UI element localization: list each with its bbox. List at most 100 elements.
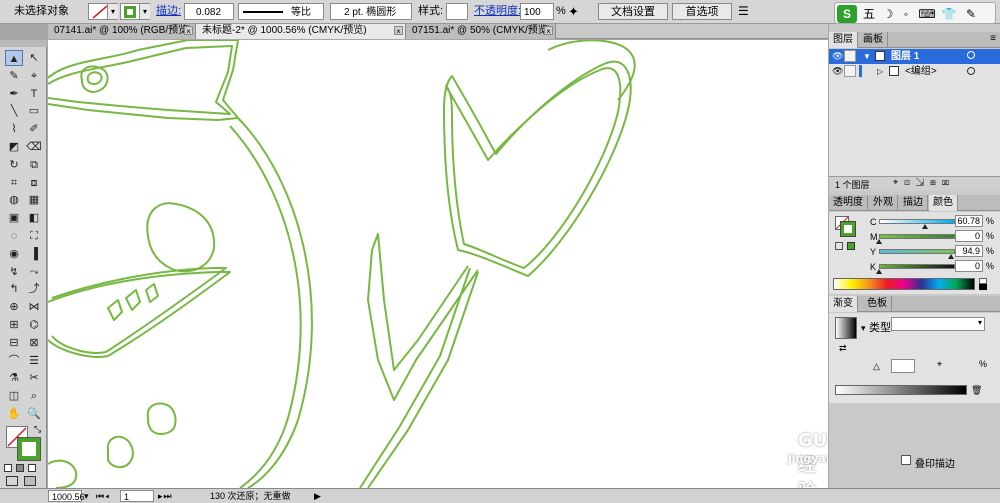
expand-arrow-icon[interactable]: ▷ — [877, 64, 883, 79]
tool-button-42[interactable]: 🔍 — [25, 406, 43, 422]
stroke-weight-field[interactable]: 0.082 — [184, 3, 234, 20]
tab-swatches[interactable]: 色板 — [863, 296, 892, 312]
tools-icon[interactable]: ✎ — [961, 5, 981, 23]
channel-slider[interactable] — [879, 249, 955, 254]
target-icon[interactable] — [967, 51, 975, 59]
angle-field[interactable] — [891, 359, 915, 373]
gradient-type-select[interactable]: ▾ — [891, 317, 985, 331]
ime-mode[interactable]: 五 — [861, 5, 877, 23]
group-name[interactable]: <编组> — [905, 64, 937, 79]
tool-button-25[interactable]: ↯ — [5, 264, 23, 280]
fill-swatch[interactable]: ▾ — [88, 3, 118, 20]
slider-thumb[interactable] — [876, 239, 882, 244]
close-icon[interactable]: × — [184, 26, 193, 36]
opacity-link[interactable]: 不透明度: — [474, 3, 521, 20]
tool-button-39[interactable]: ◫ — [5, 388, 23, 404]
tool-button-19[interactable]: ▣ — [5, 210, 23, 226]
overprint-stroke-checkbox[interactable] — [901, 455, 911, 465]
cube-icon[interactable] — [835, 242, 843, 250]
tab-document-1[interactable]: 07141.ai* @ 100% (RGB/预览) × — [48, 24, 196, 39]
tool-button-30[interactable]: ⋈ — [25, 299, 43, 315]
tool-button-34[interactable]: ⊠ — [25, 335, 43, 351]
panel-menu-icon[interactable]: ≡ — [990, 33, 996, 44]
black-swatch[interactable] — [979, 284, 987, 290]
document-setup-button[interactable]: 文档设置 — [598, 3, 668, 20]
color-spectrum[interactable] — [833, 278, 975, 290]
tool-button-8[interactable]: ▭ — [25, 103, 43, 119]
brush-select[interactable]: 2 pt. 椭圆形 — [330, 3, 412, 20]
opacity-field[interactable]: 100 — [520, 3, 554, 20]
color-stroke-box[interactable] — [840, 221, 856, 237]
screen-mode-icon[interactable] — [24, 476, 36, 486]
tab-artboards[interactable]: 画板 — [859, 32, 888, 48]
tool-button-7[interactable]: ╲ — [5, 103, 23, 119]
gradient-slider[interactable] — [835, 385, 967, 395]
layers-footer-icons[interactable]: ⌖⊡⇲⊞⌧ — [893, 177, 955, 188]
tool-button-36[interactable]: ☰ — [25, 353, 43, 369]
tool-button-27[interactable]: ↰ — [5, 281, 23, 297]
layer-row-1[interactable]: 👁 ▼ 图层 1 — [829, 49, 1000, 64]
color-mode-icon[interactable] — [4, 464, 12, 472]
reverse-gradient-icon[interactable]: ⇄ — [839, 343, 847, 354]
slider-thumb[interactable] — [922, 224, 929, 229]
tool-button-14[interactable]: ⧉ — [25, 157, 43, 173]
artboard-next-icons[interactable]: ▸⏭ — [158, 490, 173, 502]
moon-icon[interactable]: ☽ — [879, 5, 897, 23]
zoom-dropdown-icon[interactable]: ▾ — [84, 490, 89, 502]
lock-slot[interactable] — [844, 50, 856, 62]
tab-color[interactable]: 颜色 — [929, 195, 958, 211]
collapse-arrow-icon[interactable]: ▼ — [863, 49, 871, 64]
channel-value-field[interactable]: 60.78 — [955, 215, 983, 227]
tool-button-6[interactable]: T — [25, 86, 43, 102]
tool-button-15[interactable]: ⌗ — [5, 175, 23, 191]
chevron-down-icon[interactable]: ▾ — [861, 323, 866, 334]
artboard-field[interactable]: 1 — [120, 490, 154, 502]
chevron-down-icon[interactable]: ▾ — [107, 4, 118, 19]
skin-icon[interactable]: 👕 — [939, 5, 959, 23]
gradient-preview[interactable] — [835, 317, 857, 339]
tool-button-23[interactable]: ◉ — [5, 246, 23, 262]
tool-button-26[interactable]: ⤳ — [25, 264, 43, 280]
tool-button-12[interactable]: ⌫ — [25, 139, 43, 155]
tool-button-2[interactable]: ↖ — [25, 50, 43, 66]
channel-value-field[interactable]: 0 — [955, 260, 983, 272]
stroke-profile-select[interactable]: 等比 — [238, 3, 324, 20]
tool-button-41[interactable]: ✋ — [5, 406, 23, 422]
channel-slider[interactable] — [879, 264, 955, 269]
channel-slider[interactable] — [879, 234, 955, 239]
tool-button-9[interactable]: ⌇ — [5, 121, 23, 137]
swap-icon[interactable]: ⤡ — [34, 424, 41, 435]
tool-button-16[interactable]: ⧈ — [25, 175, 43, 191]
preferences-button[interactable]: 首选项 — [672, 3, 732, 20]
keyboard-icon[interactable]: ⌨ — [917, 5, 937, 23]
slider-thumb[interactable] — [948, 254, 955, 259]
zoom-field[interactable]: 1000.56 — [48, 490, 85, 502]
stroke-swatch[interactable]: ▾ — [120, 3, 150, 20]
tab-document-2[interactable]: 未标题-2* @ 1000.56% (CMYK/预览) × — [196, 24, 406, 39]
chevron-down-icon[interactable]: ▾ — [139, 4, 150, 19]
status-menu-icon[interactable]: ▶ — [314, 490, 321, 502]
artboard-canvas[interactable]: GU 经验 jingyan.baidu.com — [48, 40, 828, 488]
tool-button-13[interactable]: ↻ — [5, 157, 23, 173]
tool-button-10[interactable]: ✐ — [25, 121, 43, 137]
tool-button-18[interactable]: ▦ — [25, 192, 43, 208]
tool-button-33[interactable]: ⊟ — [5, 335, 23, 351]
tool-button-22[interactable]: ⛶ — [25, 228, 43, 244]
layer-row-2[interactable]: 👁 ▷ <编组> — [829, 64, 1000, 79]
tab-layers[interactable]: 图层 — [829, 32, 858, 48]
tool-button-28[interactable]: ⤴ — [25, 281, 43, 297]
artboard-prev-icons[interactable]: ⏮◂ — [96, 490, 110, 502]
chevron-down-icon[interactable]: ▾ — [978, 318, 982, 327]
web-safe-swatch[interactable] — [847, 242, 855, 250]
tool-button-38[interactable]: ✂ — [25, 370, 43, 386]
tool-button-20[interactable]: ◧ — [25, 210, 43, 226]
lock-slot[interactable] — [844, 65, 856, 77]
visibility-eye-icon[interactable]: 👁 — [832, 51, 843, 61]
tool-button-5[interactable]: ✒ — [5, 86, 23, 102]
layer-name[interactable]: 图层 1 — [891, 49, 919, 64]
stroke-indicator[interactable] — [17, 437, 41, 461]
tab-transparency[interactable]: 透明度 — [829, 195, 868, 211]
style-select[interactable] — [446, 3, 468, 20]
visibility-eye-icon[interactable]: 👁 — [832, 66, 843, 76]
channel-value-field[interactable]: 0 — [955, 230, 983, 242]
